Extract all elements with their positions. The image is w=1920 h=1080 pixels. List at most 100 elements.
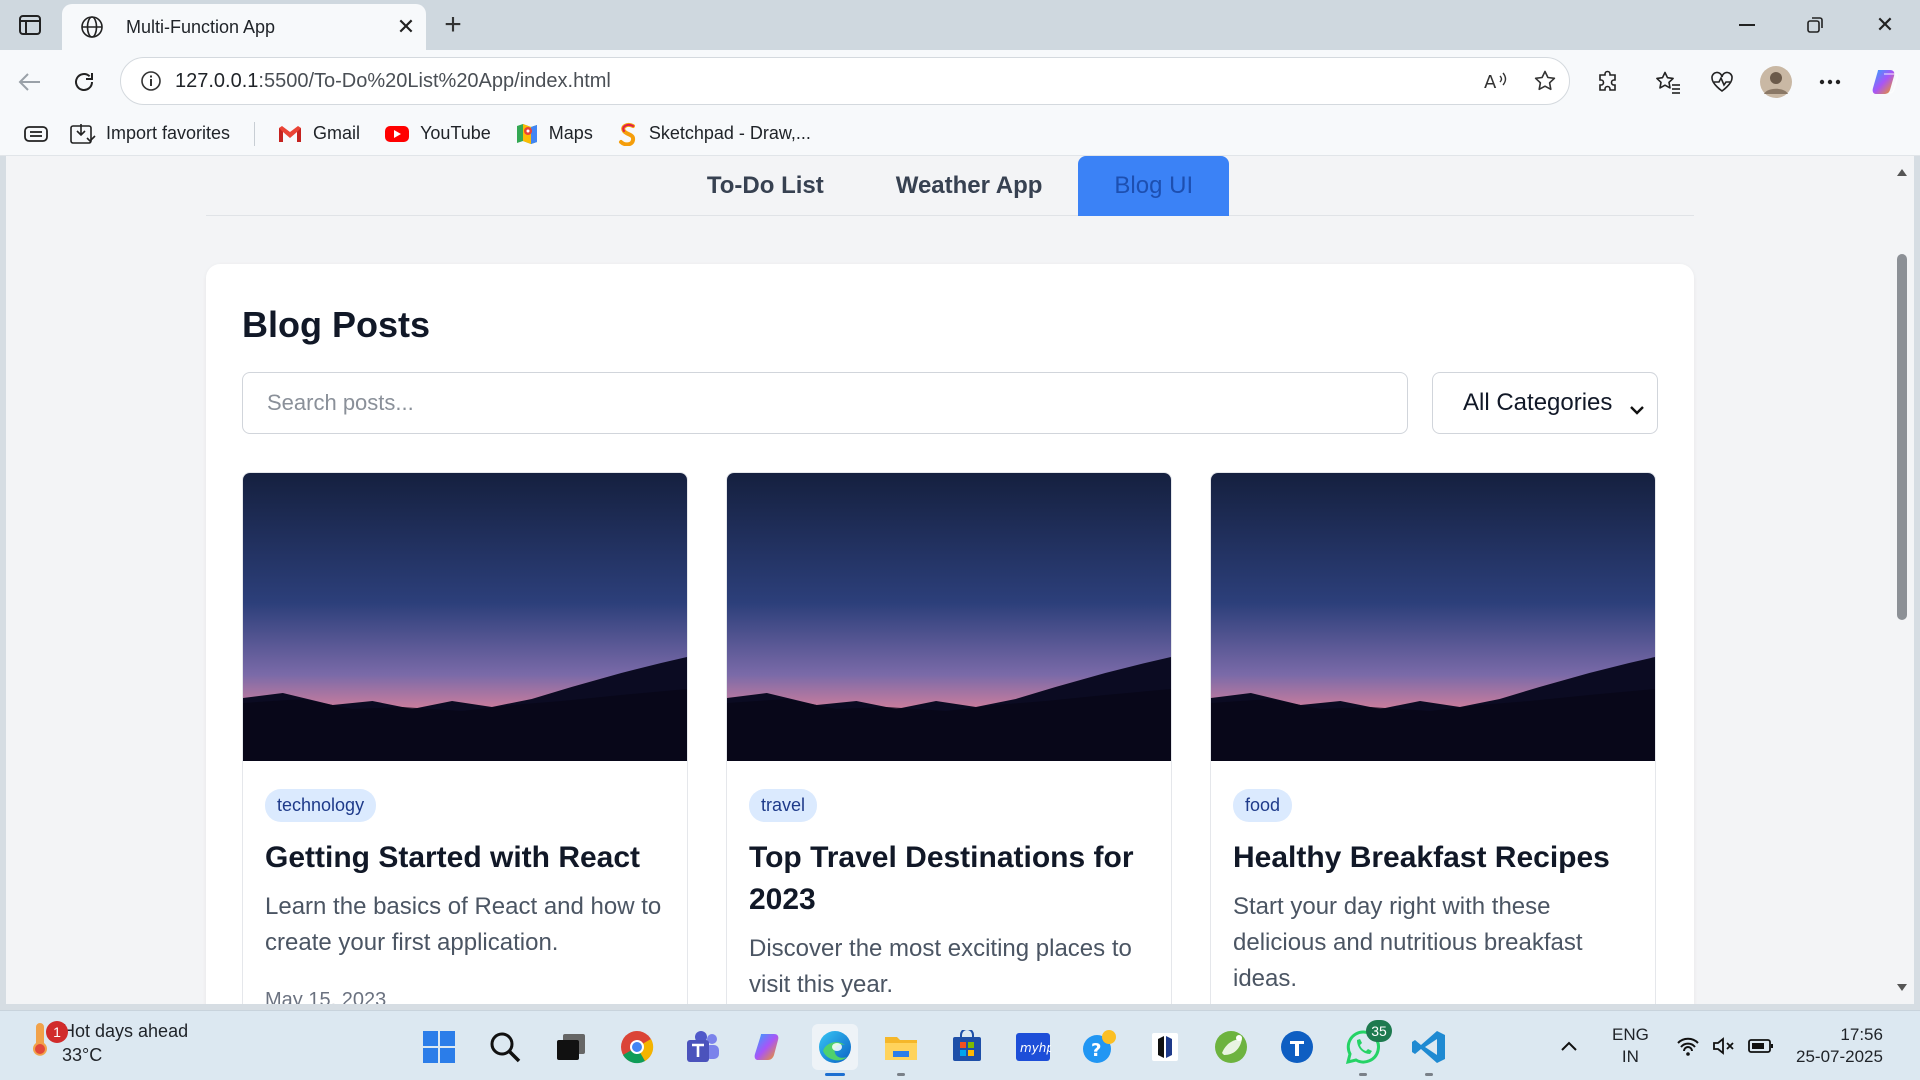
category-badge[interactable]: technology	[265, 789, 377, 822]
get-help-icon[interactable]: ?	[1076, 1024, 1122, 1070]
browser-titlebar: Multi-Function App ✕ + ✕	[0, 0, 1920, 50]
post-excerpt: Start your day right with these deliciou…	[1233, 893, 1583, 992]
clock[interactable]: 17:56 25-07-2025	[1796, 1011, 1883, 1080]
svg-text:?: ?	[1091, 1040, 1101, 1061]
restore-icon[interactable]	[1788, 0, 1842, 50]
browser-essentials-icon[interactable]	[1702, 62, 1742, 102]
windows-taskbar: 1 Hot days ahead 33°C myhp ? 35 ENG IN 1…	[0, 1010, 1920, 1080]
task-view-icon[interactable]	[548, 1024, 594, 1070]
post-image	[1211, 473, 1655, 761]
youtube-icon	[384, 125, 410, 143]
new-tab-button[interactable]: +	[436, 8, 470, 42]
url-text: 127.0.0.1:5500/To-Do%20List%20App/index.…	[175, 69, 611, 92]
window-close-icon[interactable]: ✕	[1858, 0, 1912, 50]
start-button[interactable]	[416, 1024, 462, 1070]
app-nav-tabs: To-Do List Weather App Blog UI	[206, 156, 1694, 216]
favorite-gmail[interactable]: Gmail	[277, 123, 360, 144]
post-date: May 15, 2023	[265, 989, 387, 1004]
copilot-app-icon[interactable]	[746, 1024, 792, 1070]
extensions-icon[interactable]	[1588, 62, 1628, 102]
tab-title: Multi-Function App	[126, 16, 276, 37]
running-indicator	[1425, 1073, 1433, 1076]
favorite-import[interactable]: Import favorites	[70, 123, 230, 145]
favorite-sketchpad[interactable]: Sketchpad - Draw,...	[617, 122, 811, 146]
post-title[interactable]: Healthy Breakfast Recipes	[1233, 837, 1637, 879]
chrome-icon[interactable]	[614, 1024, 660, 1070]
file-explorer-icon[interactable]	[878, 1024, 924, 1076]
tab-close-icon[interactable]: ✕	[386, 14, 426, 40]
category-badge[interactable]: food	[1233, 789, 1293, 822]
favorites-separator	[254, 121, 256, 146]
category-badge[interactable]: travel	[749, 789, 818, 822]
post-excerpt: Discover the most exciting places to vis…	[749, 935, 1132, 998]
lang-region: IN	[1621, 1047, 1639, 1066]
tab-actions-icon[interactable]	[14, 11, 46, 39]
globe-icon	[72, 15, 112, 39]
battery-icon[interactable]	[1748, 1011, 1774, 1080]
blog-card[interactable]: travel Top Travel Destinations for 2023 …	[726, 472, 1172, 1004]
wifi-icon[interactable]	[1676, 1011, 1700, 1080]
page-scrollbar[interactable]	[1890, 156, 1914, 1004]
minimize-icon[interactable]	[1720, 0, 1774, 50]
weather-widget[interactable]: 1 Hot days ahead 33°C	[26, 1019, 188, 1067]
lang-code: ENG	[1612, 1025, 1649, 1044]
read-aloud-icon[interactable]: A	[1473, 70, 1521, 92]
running-indicator	[897, 1073, 905, 1076]
sidebar-toggle-icon[interactable]	[24, 125, 48, 143]
clock-date: 25-07-2025	[1796, 1047, 1883, 1066]
favorite-youtube[interactable]: YouTube	[384, 123, 491, 144]
edge-icon[interactable]	[812, 1024, 858, 1076]
blog-card[interactable]: food Healthy Breakfast Recipes Start you…	[1210, 472, 1656, 1004]
search-input[interactable]	[242, 372, 1408, 434]
springboot-icon[interactable]	[1208, 1024, 1254, 1070]
volume-muted-icon[interactable]	[1712, 1011, 1736, 1080]
post-title[interactable]: Top Travel Destinations for 2023	[749, 837, 1153, 921]
import-icon	[70, 123, 96, 145]
vscode-icon[interactable]	[1406, 1024, 1452, 1076]
chevron-down-icon	[1629, 395, 1645, 423]
weather-temp: 33°C	[62, 1045, 103, 1065]
myhp-icon[interactable]: myhp	[1010, 1024, 1056, 1070]
active-indicator	[825, 1073, 845, 1076]
svg-text:myhp: myhp	[1020, 1041, 1051, 1055]
profile-avatar-icon[interactable]	[1756, 62, 1796, 102]
show-hidden-icons[interactable]	[1560, 1011, 1578, 1080]
browser-tab-active[interactable]: Multi-Function App ✕	[62, 4, 426, 50]
tab-blog-ui[interactable]: Blog UI	[1078, 156, 1230, 216]
search-icon[interactable]	[482, 1024, 528, 1070]
post-title[interactable]: Getting Started with React	[265, 837, 669, 879]
site-info-icon[interactable]	[127, 70, 175, 92]
notification-badge: 35	[1366, 1020, 1392, 1042]
category-select[interactable]: All Categories	[1432, 372, 1658, 434]
category-select-value: All Categories	[1463, 389, 1613, 416]
blog-panel: Blog Posts All Categories	[206, 264, 1694, 1004]
scroll-up-icon[interactable]	[1896, 166, 1908, 178]
more-options-icon[interactable]	[1810, 62, 1850, 102]
sketchpad-icon	[617, 122, 639, 146]
blog-card[interactable]: technology Getting Started with React Le…	[242, 472, 688, 1004]
language-indicator[interactable]: ENG IN	[1612, 1011, 1649, 1080]
notion-icon[interactable]	[1142, 1024, 1188, 1070]
back-arrow-icon[interactable]	[12, 64, 48, 100]
copilot-icon[interactable]	[1866, 62, 1906, 102]
scroll-down-icon[interactable]	[1896, 982, 1908, 994]
favorites-list-icon[interactable]	[1648, 62, 1688, 102]
maps-icon	[515, 122, 539, 146]
refresh-icon[interactable]	[66, 64, 102, 100]
scroll-thumb[interactable]	[1897, 254, 1907, 620]
microsoft-store-icon[interactable]	[944, 1024, 990, 1070]
whatsapp-icon[interactable]: 35	[1340, 1020, 1392, 1076]
tab-weather-app[interactable]: Weather App	[860, 156, 1079, 216]
teamviewer-icon[interactable]	[1274, 1024, 1320, 1070]
teams-icon[interactable]	[680, 1024, 726, 1070]
address-bar[interactable]: 127.0.0.1:5500/To-Do%20List%20App/index.…	[120, 57, 1570, 105]
running-indicator	[1359, 1073, 1367, 1076]
page-viewport: To-Do List Weather App Blog UI Blog Post…	[6, 156, 1890, 1004]
gmail-icon	[277, 124, 303, 144]
tab-todo-list[interactable]: To-Do List	[671, 156, 860, 216]
favorites-bar: Import favorites Gmail YouTube Maps Sket…	[0, 112, 1920, 156]
browser-toolbar: 127.0.0.1:5500/To-Do%20List%20App/index.…	[0, 50, 1920, 112]
weather-title: Hot days ahead	[62, 1021, 189, 1041]
favorite-maps[interactable]: Maps	[515, 122, 593, 146]
favorite-star-icon[interactable]	[1521, 69, 1569, 93]
